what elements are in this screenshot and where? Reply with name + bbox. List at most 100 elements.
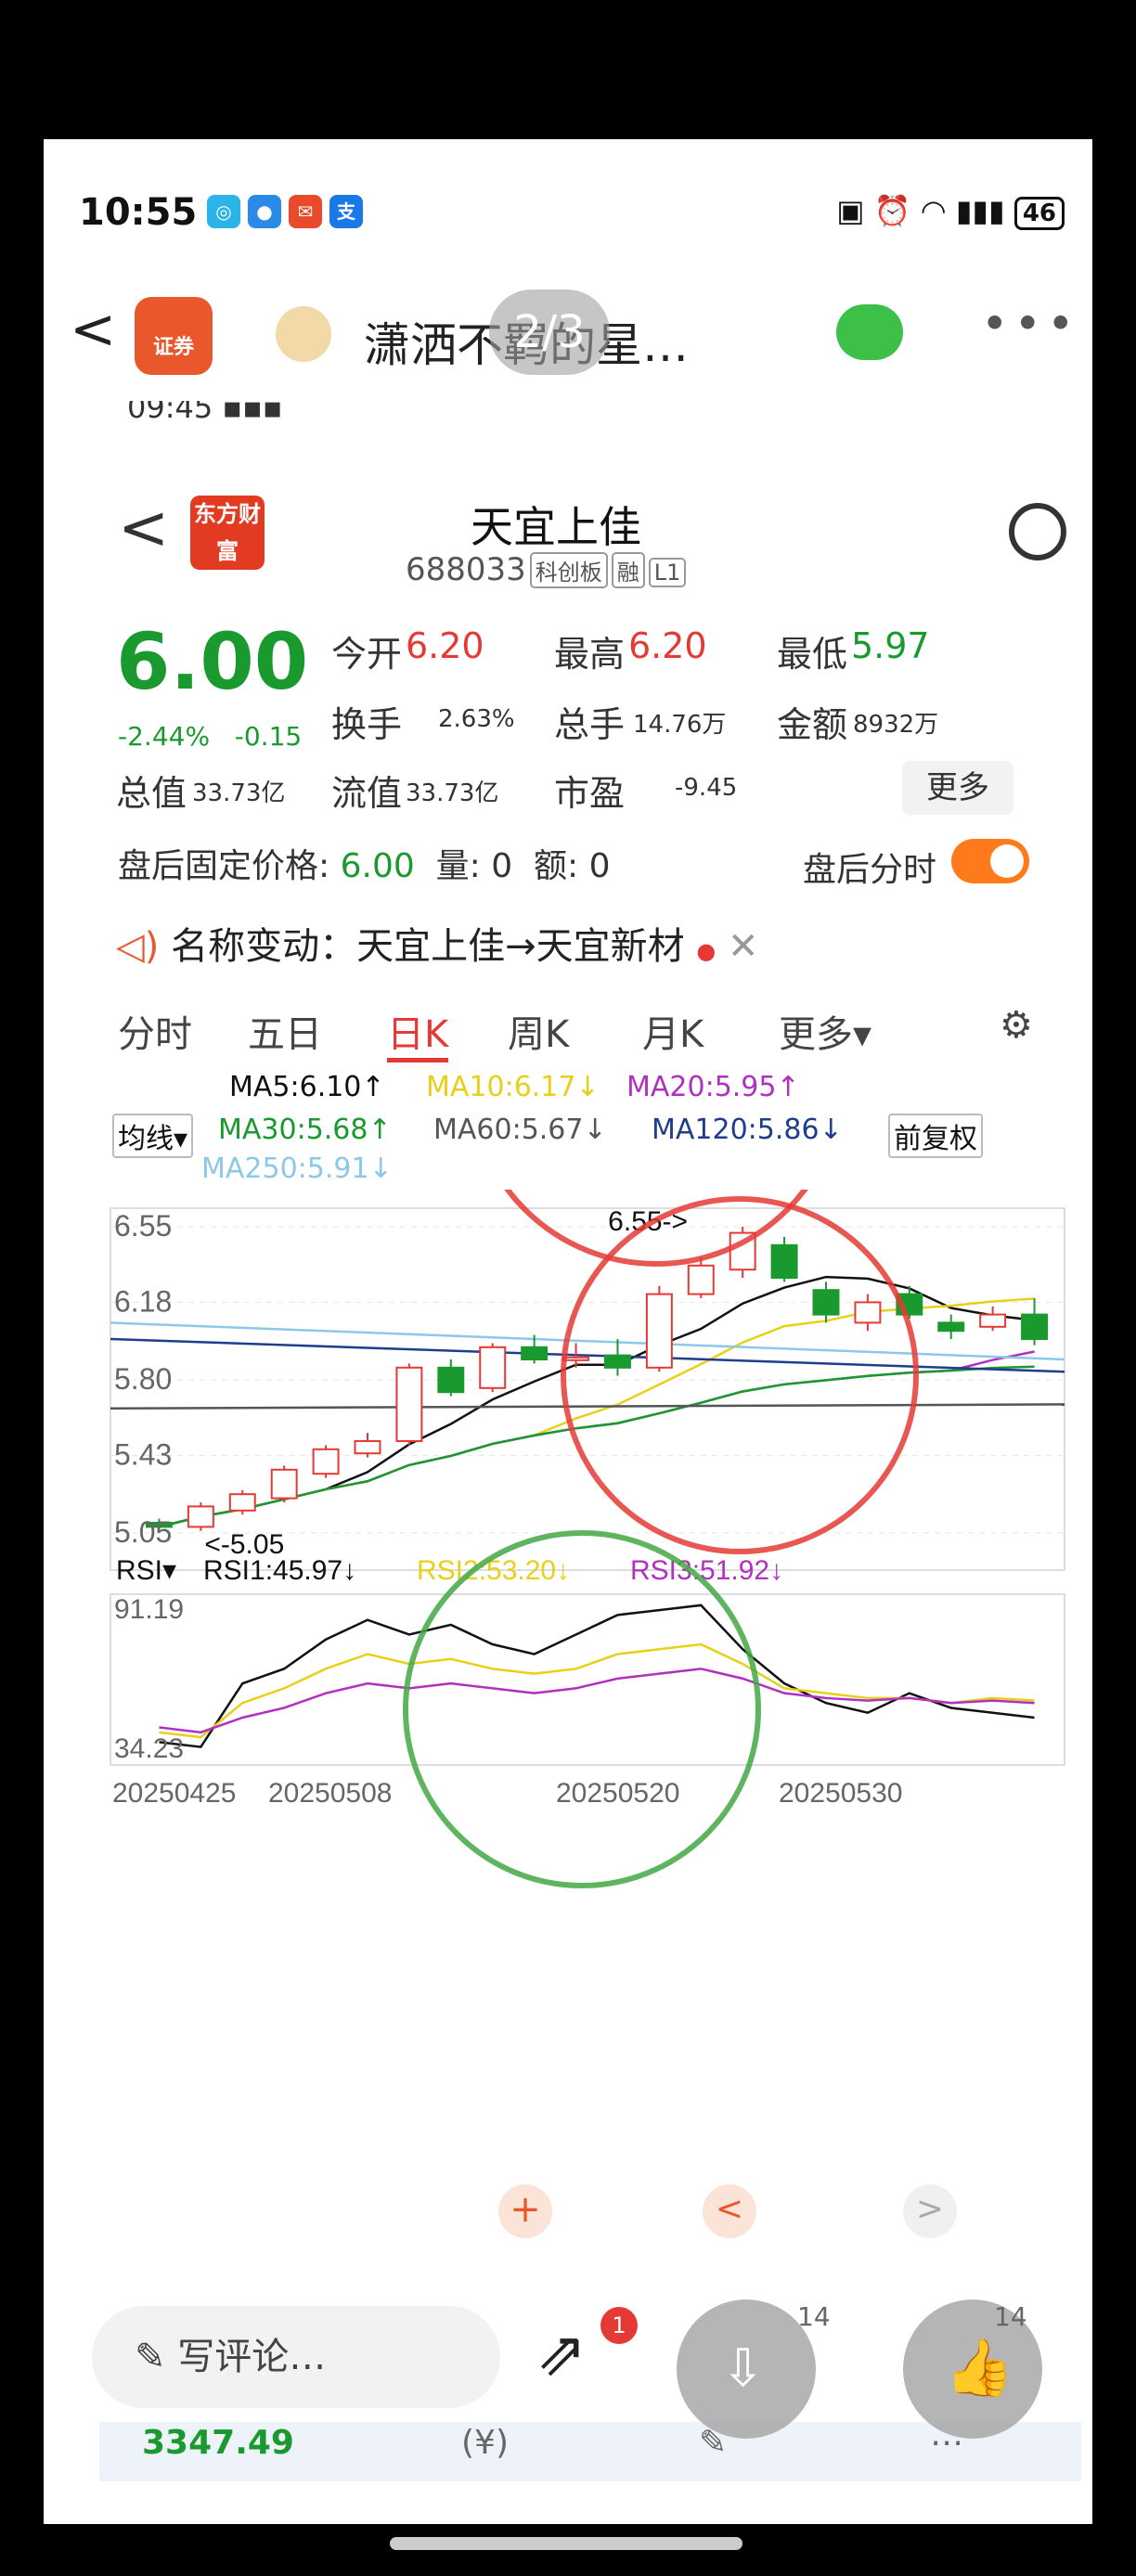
more-menu-icon[interactable]: ••• [981,297,1079,351]
stock-name: 天宜上佳 [471,502,641,552]
kline-y-tick: 5.80 [114,1362,172,1396]
stock-code: 688033 [406,551,526,588]
tag-level: L1 [648,558,687,587]
tab-more[interactable]: 更多▾ [779,1004,871,1058]
rsi-y-tick: 91.19 [114,1594,184,1625]
float-label: 流值 [331,773,403,814]
after-hours-toggle[interactable] [951,839,1029,883]
rsi-x-tick: 20250520 [556,1778,679,1809]
after-hours-amt-label: 额: [534,847,579,885]
turnover-label: 换手 [331,704,403,745]
tab-monthly-k[interactable]: 月K [642,1004,704,1058]
share-icon[interactable]: ⇗ [536,2318,587,2389]
index-value: 3347.49 [142,2424,294,2462]
kline-y-tick: 5.43 [114,1437,172,1471]
ma120-label: MA120:5.86↓ [652,1114,843,1146]
change-value: -0.15 [234,721,303,752]
more-quote-button[interactable]: 更多 [902,761,1013,815]
ma120-line [110,1337,1065,1373]
ma20-label: MA20:5.95↑ [626,1071,800,1103]
turnover-value: 2.63% [438,705,515,733]
ma10-label: MA10:6.17↓ [426,1071,600,1103]
open-label: 今开 [331,634,403,675]
rsi-x-tick: 20250425 [112,1778,236,1809]
high-label: 最高 [554,634,626,675]
ma-type-select[interactable]: 均线▾ [112,1114,194,1158]
ma30-label: MA30:5.68↑ [218,1114,392,1146]
volume-label: 总手 [554,704,626,745]
candle-body [354,1440,381,1455]
avatar[interactable] [276,306,331,362]
mktcap-value: 33.73亿 [192,779,286,807]
amount-value: 8932万 [853,711,939,739]
eastmoney-logo: 东方财富 [190,496,265,570]
rsi-title: RSI▾ [116,1555,176,1586]
price-change: -2.44% -0.15 [118,721,302,752]
chart-zoom-in-button[interactable]: + [498,2184,552,2238]
low-value: 5.97 [851,625,930,666]
collect-icon: ⇩ [721,2338,765,2399]
ma250-label: MA250:5.91↓ [201,1153,393,1185]
tab-daily-k[interactable]: 日K [387,1004,449,1063]
inner-status-strip: 09:45 ▪▪▪ [127,401,283,425]
battery-icon: 46 [1013,197,1065,230]
chart-left-button[interactable]: < [703,2184,756,2238]
chart-period-tabs: 分时 五日 日K 周K 月K 更多▾ ⚙ [118,1004,1065,1063]
candle-body [521,1346,549,1361]
settings-gear-icon[interactable]: ⚙ [1000,1004,1033,1047]
candle-body [603,1354,631,1369]
candle-body [228,1493,256,1512]
kline-frame [110,1207,1065,1571]
alipay-icon: 支 [329,195,363,228]
kline-chart[interactable]: 6.556.185.805.435.056.55-><-5.05 RSI▾ RSI… [99,1190,1081,2257]
candle-body [770,1243,798,1279]
rsi-legend-item: RSI1:45.97↓ [203,1555,356,1586]
notice-close-icon[interactable]: ✕ [728,925,759,968]
collect-button[interactable]: ⇩ [677,2299,816,2439]
open-value: 6.20 [406,625,484,666]
tab-five-day[interactable]: 五日 [248,1004,322,1058]
after-hours-label: 盘后固定价格: [118,847,330,885]
pe-label: 市盈 [554,773,626,814]
ma5-label: MA5:6.10↑ [229,1071,385,1103]
trade-icon[interactable]: (¥) [461,2424,509,2462]
status-icons: ▣ ⏰ ◠ ▮▮▮ 46 [836,193,1065,230]
rsi-y-tick: 34.23 [114,1733,184,1764]
back-button[interactable]: < [70,297,116,362]
search-icon[interactable] [1009,503,1066,560]
annotation-green-circle [403,1530,761,1888]
kline-y-tick: 6.18 [114,1284,172,1318]
status-bar: 10:55 ◎ ● ✉ 支 ▣ ⏰ ◠ ▮▮▮ 46 [44,139,1092,234]
system-home-indicator[interactable] [390,2537,742,2550]
share-badge: 1 [600,2307,638,2344]
after-hours-vol: 0 [491,847,513,885]
ma60-label: MA60:5.67↓ [433,1114,607,1146]
stock-code-line: 688033 科创板融 L1 [406,551,687,588]
name-change-notice[interactable]: ◁) 名称变动：天宜上佳→天宜新材 ● ✕ [116,916,759,970]
tab-intraday[interactable]: 分时 [118,1004,192,1058]
candle-body [937,1321,965,1333]
phone-screen: 10:55 ◎ ● ✉ 支 ▣ ⏰ ◠ ▮▮▮ 46 < 证券 潇洒不羁的星… … [44,139,1092,2524]
after-hours-row: 盘后固定价格: 6.00 量: 0 额: 0 [118,839,611,887]
comment-input[interactable]: ✎ 写评论… [92,2306,500,2408]
candle-body [1021,1313,1049,1341]
chart-right-button[interactable]: > [903,2184,957,2238]
wechat-share-icon[interactable] [836,304,903,360]
news-icon: ✉ [289,195,322,228]
image-page-indicator: 2/3 [489,290,610,375]
candle-body [812,1289,840,1316]
candle-body [854,1301,882,1324]
candle-body [395,1366,423,1442]
adjust-button[interactable]: 前复权 [888,1114,983,1158]
mktcap-label: 总值 [116,773,187,814]
like-count: 14 [994,2301,1027,2332]
tag-margin: 融 [611,552,645,588]
volume-value: 14.76万 [633,711,727,739]
app-notify-icon: ◎ [207,195,240,228]
stock-back-button[interactable]: < [118,492,169,563]
rsi-x-tick: 20250530 [779,1778,902,1809]
candle-body [187,1505,214,1528]
after-hours-vol-label: 量: [435,847,481,885]
float-value: 33.73亿 [406,779,499,807]
tab-weekly-k[interactable]: 周K [508,1004,569,1058]
